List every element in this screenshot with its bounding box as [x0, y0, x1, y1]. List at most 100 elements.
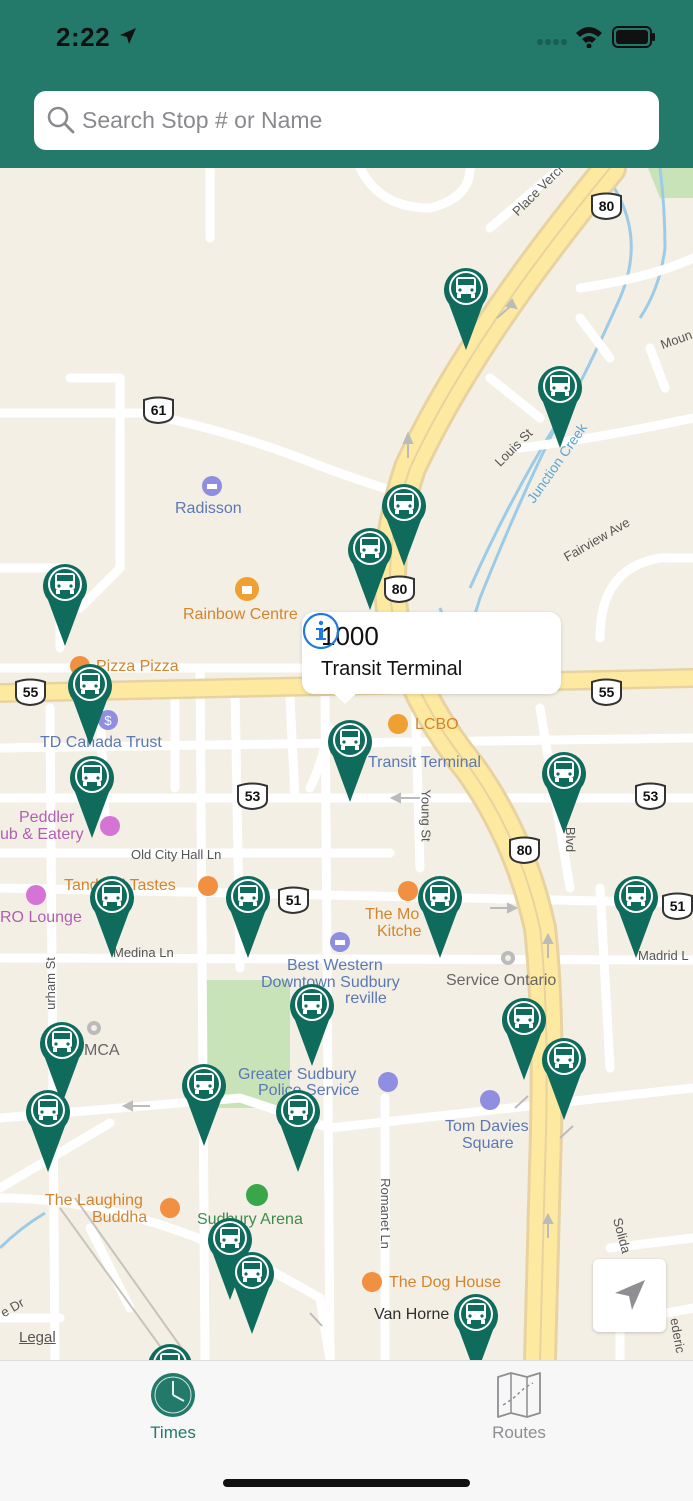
stop-callout[interactable]: 1000 Transit Terminal — [302, 612, 561, 694]
bus-stop-pin[interactable] — [442, 264, 490, 352]
bus-icon — [182, 1064, 226, 1146]
map-label-lcbo: LCBO — [415, 716, 459, 733]
map-label-service-ontario: Service Ontario — [446, 972, 557, 989]
bus-icon — [348, 528, 392, 610]
highway-shield: 55 — [15, 678, 46, 706]
hotel-icon — [202, 476, 222, 496]
bus-icon — [276, 1090, 320, 1172]
svg-text:55: 55 — [23, 684, 39, 700]
tab-routes-label: Routes — [492, 1423, 546, 1442]
map-label-van-horne: Van Horne — [374, 1306, 450, 1323]
bus-stop-pin[interactable] — [68, 752, 116, 840]
location-services-icon — [120, 28, 136, 44]
svg-text:80: 80 — [599, 198, 615, 214]
bus-icon — [70, 756, 114, 838]
street-label-old-city-hall: Old City Hall Ln — [131, 847, 222, 862]
svg-text:53: 53 — [643, 788, 659, 804]
bus-icon — [328, 720, 372, 802]
restaurant-icon — [398, 881, 418, 901]
bus-stop-pin[interactable] — [66, 660, 114, 748]
svg-text:80: 80 — [392, 581, 408, 597]
info-icon[interactable] — [302, 612, 340, 650]
bus-stop-pin[interactable] — [540, 1034, 588, 1122]
bus-icon — [542, 752, 586, 834]
locate-me-button[interactable] — [593, 1259, 666, 1332]
bus-icon — [454, 1294, 498, 1360]
search-input[interactable] — [82, 91, 642, 150]
bus-stop-pin[interactable] — [536, 362, 584, 450]
bus-stop-pin[interactable] — [452, 1290, 500, 1360]
bar-icon — [26, 885, 46, 905]
bus-stop-pin[interactable] — [224, 872, 272, 960]
bus-icon — [90, 876, 134, 958]
tab-times[interactable]: Times — [73, 1361, 273, 1451]
shopping-icon — [235, 577, 259, 601]
map-label-the-mo-2: Kitche — [377, 923, 422, 940]
bus-stop-pin[interactable] — [288, 980, 336, 1068]
status-bar: 2:22 — [0, 0, 693, 76]
map-label-laughing-buddha-2: Buddha — [92, 1209, 148, 1226]
map-label-ro-lounge: RO Lounge — [0, 909, 82, 926]
map-label-rainbow-centre: Rainbow Centre — [183, 606, 298, 623]
callout-tail — [330, 690, 360, 704]
status-time: 2:22 — [56, 22, 111, 52]
bus-stop-pin[interactable] — [88, 872, 136, 960]
highway-shield: 80 — [591, 192, 622, 220]
bus-icon — [26, 1090, 71, 1172]
highway-shield: 51 — [662, 892, 693, 920]
map-label-peddler: Peddler — [19, 809, 75, 826]
bus-stop-pin[interactable] — [416, 872, 464, 960]
bus-stop-pin[interactable] — [540, 748, 588, 836]
app-header: 2:22 — [0, 0, 693, 168]
liquor-store-icon — [388, 714, 408, 734]
search-bar[interactable] — [34, 91, 659, 150]
bus-stop-pin[interactable] — [41, 560, 89, 648]
tab-routes[interactable]: Routes — [419, 1361, 619, 1451]
map-label-tom-davies: Tom Davies — [445, 1118, 529, 1135]
tab-times-label: Times — [150, 1423, 196, 1442]
map-view[interactable]: 80 61 80 55 55 53 53 80 51 51 $ Radisson… — [0, 168, 693, 1360]
bus-icon — [542, 1038, 586, 1120]
bus-stop-pin[interactable] — [180, 1060, 228, 1148]
svg-text:55: 55 — [599, 684, 615, 700]
courthouse-icon — [480, 1090, 500, 1110]
police-icon — [378, 1072, 398, 1092]
battery-icon — [612, 26, 655, 48]
bus-stop-pin[interactable] — [612, 872, 660, 960]
svg-text:51: 51 — [670, 898, 686, 914]
bus-icon — [290, 984, 334, 1066]
bus-stop-pin[interactable] — [146, 1340, 194, 1360]
restaurant-icon — [160, 1198, 180, 1218]
bus-icon — [418, 876, 462, 958]
bus-icon — [538, 366, 582, 448]
bus-stop-pin[interactable] — [274, 1086, 322, 1174]
bus-stop-pin[interactable] — [24, 1086, 72, 1174]
bus-icon — [226, 876, 270, 958]
stadium-icon — [246, 1184, 268, 1206]
map-label-tom-davies-2: Square — [462, 1135, 514, 1152]
legal-link[interactable]: Legal — [19, 1329, 56, 1346]
bus-stop-pin[interactable] — [228, 1248, 276, 1336]
home-indicator — [223, 1479, 470, 1487]
map-label-the-mo: The Mo — [365, 906, 420, 923]
bus-stop-pin[interactable] — [326, 716, 374, 804]
bus-icon — [614, 876, 658, 958]
bus-icon — [148, 1344, 192, 1360]
callout-stop-name: Transit Terminal — [321, 658, 463, 680]
highway-shield: 61 — [143, 396, 174, 424]
bus-icon — [68, 664, 112, 746]
bus-icon — [43, 564, 87, 646]
highway-shield: 80 — [509, 836, 540, 864]
wifi-icon — [576, 27, 602, 48]
highway-shield: 53 — [635, 782, 666, 810]
map-label-best-western: Best Western — [287, 957, 383, 974]
svg-text:53: 53 — [245, 788, 261, 804]
svg-text:51: 51 — [286, 892, 302, 908]
bus-stop-pin[interactable] — [346, 524, 394, 612]
highway-shield: 55 — [591, 678, 622, 706]
bus-icon — [230, 1252, 274, 1334]
cellular-signal-icon — [537, 39, 567, 45]
map-label-transit-terminal: Transit Terminal — [368, 754, 481, 771]
restaurant-icon — [362, 1272, 382, 1292]
map-label-ymca: MCA — [84, 1042, 120, 1059]
